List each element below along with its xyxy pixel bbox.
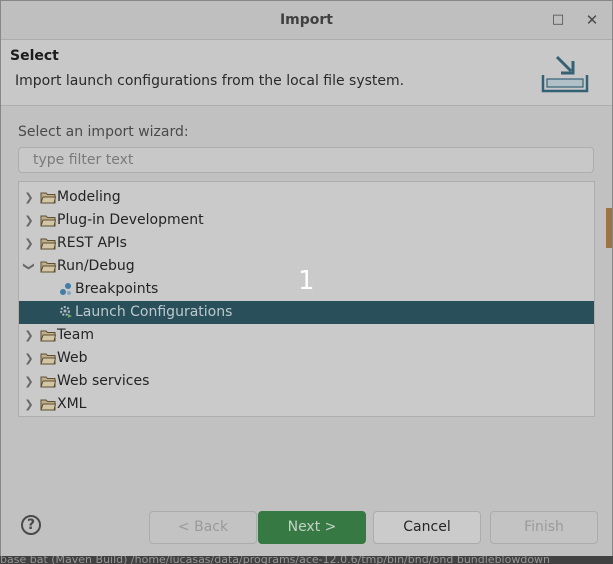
annotation-number: 1 — [298, 266, 315, 296]
tree-item-label: Web services — [57, 373, 150, 389]
chevron-right-icon[interactable]: ❯ — [23, 370, 35, 393]
wizard-header: Select Import launch configurations from… — [1, 40, 612, 106]
tree-item-label: REST APIs — [57, 235, 127, 251]
tree-item-web-services[interactable]: ❯ Web services — [19, 370, 594, 393]
tree-item-launch-configurations[interactable]: Launch Configurations — [19, 301, 594, 324]
tree-item-rest-apis[interactable]: ❯ REST APIs — [19, 232, 594, 255]
folder-icon — [40, 192, 56, 204]
tree-item-label: Team — [57, 327, 95, 343]
close-icon[interactable]: ✕ — [582, 10, 602, 30]
tree-item-plugin-development[interactable]: ❯ Plug-in Development — [19, 209, 594, 232]
title-bar: Import □ ✕ — [1, 1, 612, 40]
wizard-tree[interactable]: ❯ Modeling ❯ Plug-in Development ❯ REST … — [18, 181, 595, 417]
window-title: Import — [279, 12, 334, 28]
chevron-right-icon[interactable]: ❯ — [23, 347, 35, 370]
tree-item-modeling[interactable]: ❯ Modeling — [19, 186, 594, 209]
tree-item-xml[interactable]: ❯ XML — [19, 393, 594, 416]
folder-icon — [40, 353, 56, 365]
tree-item-label: Modeling — [57, 189, 121, 205]
maximize-icon[interactable]: □ — [548, 10, 568, 30]
folder-icon — [40, 330, 56, 342]
launch-config-icon — [60, 306, 72, 318]
breakpoints-icon — [60, 283, 71, 295]
page-description: Import launch configurations from the lo… — [15, 73, 405, 89]
tree-item-label: Breakpoints — [75, 281, 159, 297]
finish-button[interactable]: Finish — [490, 511, 598, 544]
folder-icon — [40, 376, 56, 388]
cancel-button[interactable]: Cancel — [373, 511, 481, 544]
back-button[interactable]: < Back — [149, 511, 257, 544]
tree-item-label: XML — [57, 396, 87, 412]
tree-item-label: Web — [57, 350, 88, 366]
tree-item-label: Run/Debug — [57, 258, 135, 274]
folder-icon — [40, 261, 56, 273]
chevron-right-icon[interactable]: ❯ — [23, 232, 35, 255]
chevron-right-icon[interactable]: ❯ — [23, 393, 35, 416]
background-console-text: base bat (Maven Build) /home/lucasas/dat… — [0, 556, 613, 564]
page-title: Select — [10, 48, 59, 64]
tree-item-label: Launch Configurations — [75, 304, 233, 320]
next-button[interactable]: Next > — [258, 511, 366, 544]
help-icon[interactable]: ? — [21, 515, 41, 535]
chevron-right-icon[interactable]: ❯ — [23, 324, 35, 347]
wizard-label: Select an import wizard: — [18, 124, 189, 140]
chevron-right-icon[interactable]: ❯ — [23, 186, 35, 209]
folder-icon — [40, 215, 56, 227]
chevron-down-icon[interactable]: ❯ — [19, 261, 41, 273]
folder-icon — [40, 399, 56, 411]
tree-item-label: Plug-in Development — [57, 212, 204, 228]
folder-icon — [40, 238, 56, 250]
import-banner-icon — [541, 55, 589, 93]
tree-item-web[interactable]: ❯ Web — [19, 347, 594, 370]
tree-item-team[interactable]: ❯ Team — [19, 324, 594, 347]
filter-input[interactable] — [18, 147, 594, 173]
background-window-edge — [606, 208, 612, 248]
chevron-right-icon[interactable]: ❯ — [23, 209, 35, 232]
